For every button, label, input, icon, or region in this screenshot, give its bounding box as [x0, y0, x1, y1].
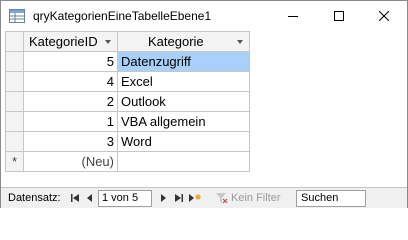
minimize-icon	[288, 16, 298, 17]
record-navigation-bar: Datensatz: 1 von 5 Kein Filter Suchen	[1, 187, 407, 208]
new-record-kategorie[interactable]	[117, 151, 250, 172]
column-header-kategorie[interactable]: Kategorie	[117, 31, 250, 52]
column-header-label: Kategorie	[148, 34, 204, 49]
next-record-icon	[161, 194, 166, 202]
table-row[interactable]: 5 Datenzugriff	[5, 51, 250, 72]
record-selector[interactable]	[5, 71, 24, 92]
search-input[interactable]: Suchen	[296, 190, 366, 207]
cell-kategorieid[interactable]: 4	[23, 71, 118, 92]
last-record-button[interactable]	[173, 192, 185, 204]
column-header-kategorieid[interactable]: KategorieID	[23, 31, 118, 52]
new-record-row[interactable]: * (Neu)	[5, 151, 250, 172]
previous-record-icon	[87, 194, 92, 202]
new-record-button[interactable]	[189, 192, 201, 204]
dropdown-arrow-icon[interactable]	[105, 40, 111, 44]
table-row[interactable]: 3 Word	[5, 131, 250, 152]
table-row[interactable]: 1 VBA allgemein	[5, 111, 250, 132]
cell-kategorieid[interactable]: 2	[23, 91, 118, 112]
table-row[interactable]: 4 Excel	[5, 71, 250, 92]
close-button[interactable]	[361, 1, 407, 31]
record-selector[interactable]	[5, 111, 24, 132]
cell-kategorie[interactable]: Excel	[117, 71, 250, 92]
cell-kategorie[interactable]: Word	[117, 131, 250, 152]
maximize-icon	[334, 11, 344, 21]
previous-record-button[interactable]	[84, 192, 96, 204]
window-title: qryKategorienEineTabelleEbene1	[33, 9, 212, 23]
header-row: KategorieID Kategorie	[5, 31, 250, 52]
new-record-marker[interactable]: *	[5, 151, 24, 172]
close-icon	[379, 11, 389, 21]
record-position-field[interactable]: 1 von 5	[98, 190, 152, 207]
minimize-button[interactable]	[270, 1, 316, 31]
query-icon	[9, 9, 25, 23]
first-record-icon	[71, 194, 79, 202]
datasheet-area: KategorieID Kategorie 5 Datenzugriff 4 E…	[1, 31, 407, 186]
cell-kategorie[interactable]: Datenzugriff	[117, 51, 250, 72]
new-record-icon	[189, 194, 201, 202]
cell-kategorie[interactable]: VBA allgemein	[117, 111, 250, 132]
maximize-button[interactable]	[316, 1, 362, 31]
record-selector[interactable]	[5, 131, 24, 152]
first-record-button[interactable]	[69, 192, 81, 204]
dropdown-arrow-icon[interactable]	[237, 40, 243, 44]
last-record-icon	[175, 194, 183, 202]
table-row[interactable]: 2 Outlook	[5, 91, 250, 112]
next-record-button[interactable]	[157, 192, 169, 204]
select-all-corner[interactable]	[5, 31, 24, 52]
no-filter-icon	[216, 192, 228, 203]
record-selector[interactable]	[5, 91, 24, 112]
record-label: Datensatz:	[8, 192, 61, 204]
cell-kategorieid[interactable]: 5	[23, 51, 118, 72]
filter-label: Kein Filter	[231, 192, 281, 204]
title-bar[interactable]: qryKategorienEineTabelleEbene1	[1, 1, 407, 31]
datasheet-table: KategorieID Kategorie 5 Datenzugriff 4 E…	[5, 31, 250, 172]
new-record-id[interactable]: (Neu)	[23, 151, 118, 172]
cell-kategorieid[interactable]: 1	[23, 111, 118, 132]
column-header-label: KategorieID	[29, 34, 98, 49]
cell-kategorie[interactable]: Outlook	[117, 91, 250, 112]
cell-kategorieid[interactable]: 3	[23, 131, 118, 152]
filter-toggle[interactable]: Kein Filter	[216, 192, 281, 204]
query-window: qryKategorienEineTabelleEbene1 Kategorie…	[0, 0, 408, 208]
record-selector[interactable]	[5, 51, 24, 72]
